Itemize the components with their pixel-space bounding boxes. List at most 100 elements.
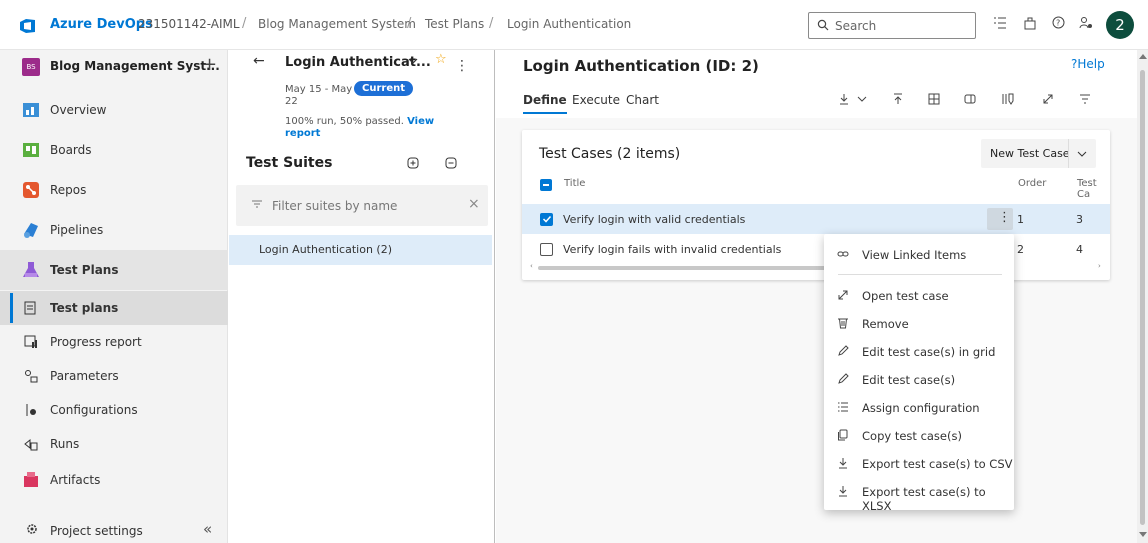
- suite-heading: Login Authentication (ID: 2): [523, 57, 759, 75]
- project-name[interactable]: Blog Management Syst...: [50, 59, 220, 73]
- breadcrumb-current[interactable]: Login Authentication: [507, 17, 631, 31]
- filter-placeholder: Filter suites by name: [272, 199, 398, 213]
- nav-item-boards[interactable]: Boards: [0, 130, 228, 170]
- pane-icon[interactable]: [964, 93, 976, 105]
- chevron-down-icon[interactable]: [1076, 148, 1088, 160]
- svg-text:?: ?: [1056, 19, 1060, 28]
- scroll-down-icon[interactable]: [1139, 532, 1147, 537]
- user-settings-icon[interactable]: [1079, 16, 1093, 30]
- menu-item-open-test-case[interactable]: Open test case: [824, 282, 1014, 310]
- search-box[interactable]: Search: [808, 12, 976, 39]
- test-case-id: 3: [1076, 213, 1083, 226]
- more-options-icon[interactable]: ⋮: [455, 58, 469, 74]
- menu-item-edit-test-cases[interactable]: Edit test case(s): [824, 366, 1014, 394]
- tab-define[interactable]: Define: [523, 93, 567, 114]
- main-header: Login Authentication (ID: 2) ?Help Defin…: [496, 50, 1148, 118]
- nav-item-repos[interactable]: Repos: [0, 170, 228, 210]
- upload-icon[interactable]: [892, 93, 904, 105]
- clear-filter-icon[interactable]: ×: [468, 196, 480, 212]
- project-settings[interactable]: Project settings «: [0, 515, 228, 543]
- overview-icon: [23, 103, 39, 117]
- sub-nav-runs[interactable]: Runs: [0, 427, 228, 461]
- breadcrumb-test-plans[interactable]: Test Plans: [425, 17, 484, 31]
- breadcrumb-project[interactable]: Blog Management System: [258, 17, 416, 31]
- select-all-checkbox[interactable]: [540, 179, 552, 191]
- table-row[interactable]: Verify login with valid credentials ⋮ 1 …: [522, 204, 1110, 234]
- download-icon[interactable]: [838, 93, 850, 105]
- main-panel: Login Authentication (ID: 2) ?Help Defin…: [496, 50, 1148, 543]
- plan-dates: May 15 - May 22: [285, 84, 353, 107]
- filter-icon[interactable]: [1079, 93, 1091, 105]
- artifacts-icon: [24, 472, 38, 487]
- column-header-test-case-id[interactable]: Test Ca: [1077, 178, 1110, 200]
- help-link[interactable]: ?Help: [1071, 57, 1105, 71]
- user-avatar[interactable]: 2: [1106, 11, 1134, 39]
- tab-chart[interactable]: Chart: [626, 93, 659, 107]
- suite-item[interactable]: Login Authentication (2): [229, 235, 492, 265]
- chevron-down-icon[interactable]: [407, 55, 419, 67]
- back-arrow-icon[interactable]: ←: [253, 53, 265, 69]
- menu-item-export-csv[interactable]: Export test case(s) to CSV: [824, 450, 1014, 478]
- add-suite-icon[interactable]: [407, 157, 419, 169]
- vertical-scrollbar[interactable]: [1137, 50, 1148, 543]
- progress-report-icon: [24, 335, 37, 348]
- pipelines-icon: [24, 223, 38, 238]
- test-case-title[interactable]: Verify login with valid credentials: [563, 213, 745, 226]
- chevron-down-icon[interactable]: [856, 93, 868, 105]
- add-icon[interactable]: +: [202, 54, 217, 75]
- row-checkbox[interactable]: [540, 243, 553, 256]
- scrollbar-thumb[interactable]: [538, 266, 838, 270]
- column-header-order[interactable]: Order: [1018, 178, 1046, 189]
- scroll-right-icon[interactable]: ›: [1098, 262, 1101, 270]
- nav-label: Artifacts: [50, 473, 101, 487]
- menu-item-label: Copy test case(s): [862, 429, 962, 443]
- menu-item-remove[interactable]: Remove: [824, 310, 1014, 338]
- menu-item-copy-test-cases[interactable]: Copy test case(s): [824, 422, 1014, 450]
- expand-icon[interactable]: [1042, 93, 1054, 105]
- nav-item-artifacts[interactable]: Artifacts: [0, 460, 228, 500]
- scroll-up-icon[interactable]: [1139, 54, 1147, 59]
- menu-item-view-linked-items[interactable]: View Linked Items: [824, 241, 1014, 269]
- row-more-button[interactable]: ⋮: [987, 208, 1013, 230]
- sub-nav-parameters[interactable]: Parameters: [0, 359, 228, 393]
- grid-icon[interactable]: [928, 93, 940, 105]
- nav-item-pipelines[interactable]: Pipelines: [0, 210, 228, 250]
- tab-execute[interactable]: Execute: [572, 93, 620, 107]
- help-icon[interactable]: ?: [1052, 16, 1065, 29]
- menu-separator: [838, 274, 1002, 275]
- new-test-case-label: New Test Case: [990, 147, 1070, 160]
- horizontal-scrollbar[interactable]: ‹ ›: [530, 262, 1102, 271]
- favorite-star-icon[interactable]: ☆: [435, 52, 447, 67]
- sub-nav-progress-report[interactable]: Progress report: [0, 325, 228, 359]
- new-test-case-button[interactable]: New Test Case: [981, 139, 1096, 168]
- azure-devops-logo-icon[interactable]: [18, 16, 38, 36]
- filter-suites-input[interactable]: Filter suites by name ×: [236, 185, 488, 226]
- menu-item-edit-in-grid[interactable]: Edit test case(s) in grid: [824, 338, 1014, 366]
- scrollbar-thumb[interactable]: [1140, 70, 1145, 525]
- table-row[interactable]: Verify login fails with invalid credenti…: [522, 234, 1110, 264]
- menu-item-assign-configuration[interactable]: Assign configuration: [824, 394, 1014, 422]
- test-case-order: 2: [1017, 243, 1024, 256]
- shopping-bag-icon[interactable]: [1024, 16, 1036, 30]
- collapse-all-icon[interactable]: [445, 157, 457, 169]
- test-case-title[interactable]: Verify login fails with invalid credenti…: [563, 243, 781, 256]
- nav-item-test-plans[interactable]: Test Plans: [0, 250, 228, 290]
- sub-nav-test-plans[interactable]: Test plans: [0, 291, 228, 325]
- search-input[interactable]: Search: [835, 19, 876, 33]
- pencil-icon: [838, 373, 849, 384]
- task-list-icon[interactable]: [993, 16, 1007, 30]
- configurations-icon: [26, 404, 36, 416]
- nav-item-overview[interactable]: Overview: [0, 90, 228, 130]
- column-header-title[interactable]: Title: [564, 178, 585, 189]
- column-options-icon[interactable]: [1001, 93, 1015, 105]
- scroll-left-icon[interactable]: ‹: [530, 262, 533, 270]
- project-header[interactable]: BS Blog Management Syst... +: [0, 50, 228, 84]
- breadcrumb-org[interactable]: 231501142-AIML: [138, 17, 240, 31]
- menu-item-export-xlsx[interactable]: Export test case(s) to XLSX: [824, 478, 1014, 513]
- trash-icon: [838, 318, 848, 329]
- test-plans-icon: [23, 262, 39, 277]
- gear-icon: [27, 524, 37, 534]
- collapse-nav-icon[interactable]: «: [203, 520, 212, 538]
- sub-nav-configurations[interactable]: Configurations: [0, 393, 228, 427]
- runs-icon: [24, 438, 38, 451]
